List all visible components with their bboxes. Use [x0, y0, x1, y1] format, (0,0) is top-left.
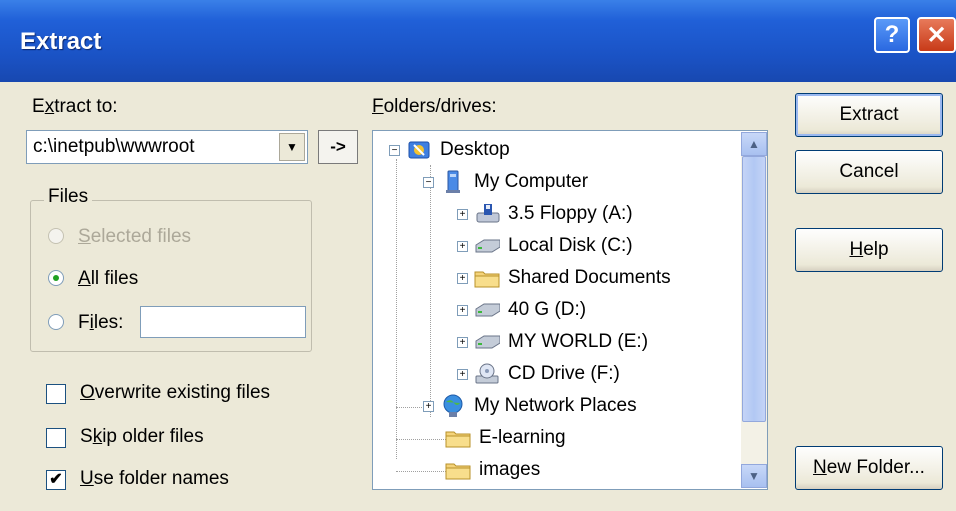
hard-disk-icon [474, 299, 500, 321]
tree-scrollbar[interactable]: ▲ ▼ [741, 132, 767, 488]
extract-to-value: c:\inetpub\wwwroot [33, 136, 195, 157]
hard-disk-icon [474, 331, 500, 353]
expand-icon[interactable]: + [457, 304, 468, 316]
collapse-icon[interactable]: − [389, 144, 400, 156]
tree-item-local-disk-c[interactable]: + Local Disk (C:) [457, 231, 633, 261]
floppy-icon [474, 203, 500, 225]
files-input[interactable] [140, 306, 306, 338]
expand-icon[interactable]: + [457, 240, 468, 252]
expand-icon[interactable]: + [457, 208, 468, 220]
tree-item-label: 40 G (D:) [508, 299, 587, 320]
extract-button[interactable]: Extract [795, 93, 943, 137]
tree-item-floppy[interactable]: + 3.5 Floppy (A:) [457, 199, 633, 229]
extract-to-label: Extract to: [32, 96, 118, 117]
all-files-label: All files [78, 268, 139, 289]
folder-icon [445, 459, 471, 481]
expand-icon[interactable]: + [457, 336, 468, 348]
files-group-title: Files [44, 186, 93, 208]
extract-to-combo[interactable]: c:\inetpub\wwwroot ▼ [26, 130, 308, 164]
tree-item-label: 3.5 Floppy (A:) [508, 203, 633, 224]
tree-item-desktop[interactable]: − Desktop [389, 135, 510, 165]
files-label: Files: [78, 312, 124, 333]
scroll-up-icon[interactable]: ▲ [741, 132, 767, 156]
cancel-button[interactable]: Cancel [795, 150, 943, 194]
files-radio[interactable] [48, 314, 64, 330]
new-folder-button[interactable]: New Folder... [795, 446, 943, 490]
expand-icon[interactable]: + [457, 272, 468, 284]
hard-disk-icon [474, 235, 500, 257]
tree-item-e-learning[interactable]: E-learning [445, 423, 566, 453]
folder-icon [445, 427, 471, 449]
title-bar: Extract ? ✕ [0, 0, 956, 82]
folders-drives-label: Folders/drives: [372, 96, 497, 117]
computer-icon [440, 170, 466, 193]
tree-item-my-network-places[interactable]: + My Network Places [423, 391, 637, 421]
tree-item-shared-documents[interactable]: + Shared Documents [457, 263, 671, 293]
folder-icon [474, 267, 500, 289]
close-button[interactable]: ✕ [917, 17, 956, 53]
tree-item-label: Shared Documents [508, 267, 671, 288]
expand-icon[interactable]: + [423, 400, 434, 412]
expand-icon[interactable]: + [457, 368, 468, 380]
tree-item-40g-d[interactable]: + 40 G (D:) [457, 295, 586, 325]
tree-item-images[interactable]: images [445, 455, 540, 485]
use-folder-names-checkbox[interactable]: ✔ [46, 470, 66, 490]
folder-tree[interactable]: − Desktop − My Computer + 3.5 Floppy (A:… [372, 130, 768, 490]
desktop-icon [406, 139, 432, 161]
use-folder-names-label: Use folder names [80, 468, 229, 489]
tree-item-label: My Network Places [474, 395, 637, 416]
window-title: Extract [20, 28, 102, 55]
all-files-radio[interactable] [48, 270, 64, 286]
tree-item-label: CD Drive (F:) [508, 363, 620, 384]
skip-older-checkbox[interactable] [46, 428, 66, 448]
help-button[interactable]: Help [795, 228, 943, 272]
browse-arrow-button[interactable]: -> [318, 130, 358, 164]
skip-older-label: Skip older files [80, 426, 204, 447]
collapse-icon[interactable]: − [423, 176, 434, 188]
selected-files-label: Selected files [78, 226, 192, 247]
chevron-down-icon[interactable]: ▼ [279, 133, 305, 161]
tree-item-label: My Computer [474, 171, 589, 192]
network-icon [440, 394, 466, 417]
selected-files-radio[interactable] [48, 228, 64, 244]
overwrite-checkbox[interactable] [46, 384, 66, 404]
scroll-thumb[interactable] [742, 156, 766, 422]
tree-item-my-world-e[interactable]: + MY WORLD (E:) [457, 327, 648, 357]
help-title-button[interactable]: ? [874, 17, 910, 53]
overwrite-label: Overwrite existing files [80, 382, 271, 403]
tree-item-label: images [479, 459, 541, 480]
tree-item-cd-drive-f[interactable]: + CD Drive (F:) [457, 359, 620, 389]
tree-item-my-computer[interactable]: − My Computer [423, 167, 588, 197]
tree-item-label: E-learning [479, 427, 566, 448]
cd-drive-icon [474, 363, 500, 385]
tree-item-label: Desktop [440, 139, 510, 160]
tree-item-label: Local Disk (C:) [508, 235, 633, 256]
scroll-down-icon[interactable]: ▼ [741, 464, 767, 488]
tree-item-label: MY WORLD (E:) [508, 331, 649, 352]
